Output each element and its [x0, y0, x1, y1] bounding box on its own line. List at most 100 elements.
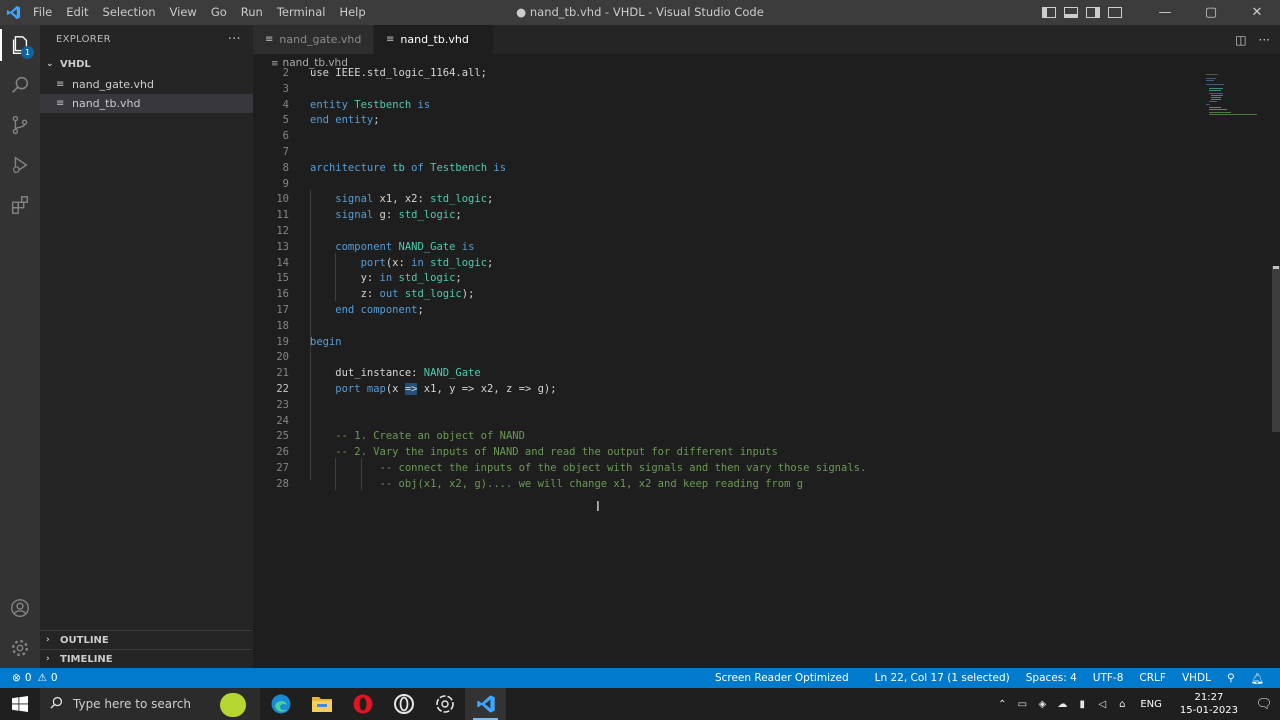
- menu-file[interactable]: File: [26, 0, 59, 25]
- edge-icon[interactable]: [260, 688, 301, 720]
- line-number: 15: [276, 272, 289, 285]
- feedback-icon[interactable]: ⚲: [1219, 672, 1243, 684]
- vertical-scrollbar[interactable]: [1272, 266, 1280, 432]
- text-cursor-icon: I: [596, 500, 600, 515]
- taskbar-search[interactable]: Type here to search: [40, 688, 260, 720]
- account-icon[interactable]: [0, 588, 40, 628]
- minimize-button[interactable]: —: [1142, 0, 1188, 25]
- folder-header[interactable]: ⌄ VHDL: [40, 53, 253, 75]
- notification-center-icon[interactable]: 🗨︎: [1248, 697, 1280, 712]
- opera-gx-icon[interactable]: [383, 688, 424, 720]
- code-token: -- obj(x1, x2, g).... we will change x1,…: [310, 477, 804, 490]
- outline-label: OUTLINE: [60, 634, 109, 646]
- code-token: ;: [487, 256, 494, 269]
- toggle-panel-icon[interactable]: [1064, 7, 1078, 18]
- meet-now-icon[interactable]: ▭: [1012, 699, 1032, 710]
- run-debug-icon[interactable]: [0, 145, 40, 185]
- code-token: Testbench: [354, 98, 412, 111]
- line-number: 14: [276, 256, 289, 269]
- opera-icon[interactable]: [342, 688, 383, 720]
- antivirus-icon[interactable]: ◈: [1032, 699, 1052, 710]
- explorer-icon[interactable]: 1: [0, 25, 40, 65]
- code-text: -- 2. Vary the inputs of NAND and read t…: [310, 445, 778, 461]
- toggle-secondary-sidebar-icon[interactable]: [1086, 7, 1100, 18]
- close-window-button[interactable]: ✕: [1234, 0, 1280, 25]
- settings-gear-icon[interactable]: [0, 628, 40, 668]
- code-token: ;: [373, 114, 380, 127]
- menu-help[interactable]: Help: [332, 0, 372, 25]
- code-line: 6: [253, 129, 1193, 145]
- code-token: ;: [455, 272, 462, 285]
- explorer-badge: 1: [21, 46, 34, 59]
- code-line: 18: [253, 319, 1193, 335]
- chatgpt-icon[interactable]: [424, 688, 465, 720]
- screen-reader-mode[interactable]: Screen Reader Optimized: [707, 672, 857, 684]
- status-bar: ⊗ 0 ⚠ 0 Screen Reader Optimized Ln 22, C…: [0, 668, 1280, 688]
- volume-icon[interactable]: ◁: [1092, 699, 1112, 710]
- tab-nand-tb[interactable]: ≡ nand_tb.vhd: [374, 25, 494, 54]
- code-token: begin: [310, 335, 342, 348]
- menu-edit[interactable]: Edit: [59, 0, 95, 25]
- show-hidden-icons-icon[interactable]: ⌃: [992, 699, 1012, 710]
- code-text: dut_instance: NAND_Gate: [310, 366, 480, 382]
- code-token: port map: [310, 383, 386, 395]
- menu-view[interactable]: View: [163, 0, 204, 25]
- language-mode[interactable]: VHDL: [1174, 672, 1219, 684]
- windows-start-icon[interactable]: [0, 688, 40, 720]
- editor-more-actions-icon[interactable]: ···: [1259, 33, 1270, 47]
- input-language[interactable]: ENG: [1132, 699, 1170, 710]
- search-icon[interactable]: [0, 65, 40, 105]
- minimap[interactable]: [1200, 72, 1268, 117]
- menu-go[interactable]: Go: [204, 0, 234, 25]
- code-token: tb: [392, 161, 405, 174]
- menu-terminal[interactable]: Terminal: [270, 0, 333, 25]
- code-line: 2 use IEEE.std_logic_1164.all;: [253, 66, 1193, 82]
- folder-name: VHDL: [60, 58, 91, 70]
- code-token: Testbench: [430, 161, 488, 174]
- split-editor-icon[interactable]: ◫: [1235, 33, 1246, 47]
- file-item-nand-gate[interactable]: ≡ nand_gate.vhd: [40, 75, 253, 94]
- code-token: entity: [310, 98, 355, 111]
- line-number: 17: [276, 304, 289, 316]
- toggle-sidebar-icon[interactable]: [1042, 7, 1056, 18]
- file-item-nand-tb[interactable]: ≡ nand_tb.vhd: [40, 94, 253, 113]
- maximize-button[interactable]: ▢: [1188, 0, 1234, 25]
- clock[interactable]: 21:27 15-01-2023: [1170, 691, 1248, 717]
- menu-run[interactable]: Run: [234, 0, 270, 25]
- code-text: begin: [310, 335, 342, 351]
- cursor-position[interactable]: Ln 22, Col 17 (1 selected): [867, 672, 1018, 684]
- code-token: signal: [310, 193, 380, 206]
- customize-layout-icon[interactable]: [1108, 7, 1122, 18]
- cloud-icon[interactable]: ☁: [1052, 699, 1072, 710]
- indentation[interactable]: Spaces: 4: [1018, 672, 1085, 684]
- tab-nand-gate[interactable]: ≡ nand_gate.vhd: [253, 25, 374, 54]
- code-token: is: [487, 161, 507, 174]
- file-lines-icon: ≡: [56, 98, 65, 109]
- code-token: std_logic: [430, 193, 488, 206]
- end-of-line[interactable]: CRLF: [1131, 672, 1174, 684]
- menu-selection[interactable]: Selection: [96, 0, 163, 25]
- warning-count: 0: [50, 672, 58, 684]
- source-control-icon[interactable]: [0, 105, 40, 145]
- network-icon[interactable]: ⌂: [1112, 699, 1132, 710]
- vscode-icon[interactable]: [465, 688, 506, 720]
- outline-section[interactable]: › OUTLINE: [40, 630, 253, 649]
- microphone-icon[interactable]: ▮: [1072, 699, 1092, 710]
- line-number: 27: [276, 462, 289, 474]
- activity-bar: 1: [0, 25, 40, 668]
- encoding[interactable]: UTF-8: [1085, 672, 1132, 684]
- file-name: nand_tb.vhd: [72, 97, 141, 110]
- timeline-section[interactable]: › TIMELINE: [40, 649, 253, 668]
- clock-time: 21:27: [1194, 692, 1224, 703]
- code-token: end entity: [310, 114, 374, 127]
- tab-label: nand_gate.vhd: [279, 33, 362, 46]
- explorer-more-actions-icon[interactable]: ···: [228, 32, 241, 47]
- code-token: (x: [385, 383, 405, 395]
- notifications-bell-icon[interactable]: 🔔︎: [1243, 672, 1272, 685]
- chevron-down-icon: ⌄: [46, 59, 54, 69]
- file-explorer-icon[interactable]: [301, 688, 342, 720]
- code-token: std_logic: [398, 209, 456, 222]
- extensions-icon[interactable]: [0, 185, 40, 225]
- code-editor[interactable]: I 2 use IEEE.std_logic_1164.all; 3 4 entity …: [253, 67, 1280, 668]
- problems-indicator[interactable]: ⊗ 0 ⚠ 0: [0, 672, 58, 684]
